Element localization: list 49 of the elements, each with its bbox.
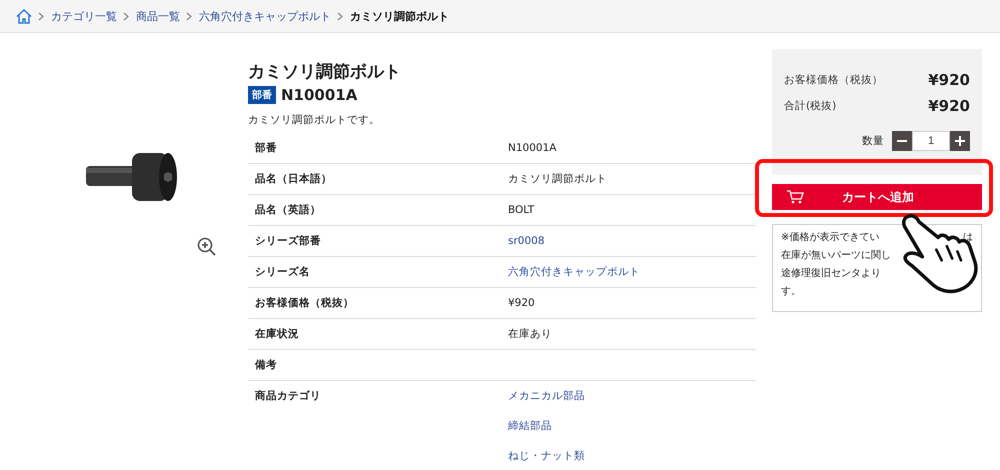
note-text: す。: [781, 285, 801, 299]
chevron-icon: [186, 12, 193, 20]
chevron-icon: [38, 12, 45, 20]
chevron-icon: [123, 12, 130, 20]
spec-label: シリーズ名: [255, 266, 311, 278]
spec-label: お客様価格（税抜）: [255, 297, 355, 309]
breadcrumb-link[interactable]: 商品一覧: [136, 8, 180, 24]
spec-link[interactable]: sr0008: [508, 235, 545, 247]
cart-icon: [786, 190, 804, 204]
price-label: お客様価格（税抜）: [784, 73, 883, 87]
spec-label: 品名（日本語）: [255, 173, 333, 185]
spec-value: カミソリ調節ボルト: [508, 173, 607, 185]
product-description: カミソリ調節ボルトです。: [248, 113, 381, 127]
spec-label: 備考: [255, 359, 278, 371]
quantity-label: 数量: [862, 134, 884, 148]
part-number: N10001A: [281, 86, 358, 104]
add-to-cart-button[interactable]: カートへ追加: [772, 184, 982, 210]
spec-link[interactable]: 締結部品: [508, 420, 585, 432]
breadcrumb-link[interactable]: 六角穴付きキャップボルト: [199, 8, 331, 24]
decrease-button[interactable]: [892, 131, 912, 151]
minus-icon: [897, 140, 907, 142]
part-number-badge: 部番: [248, 86, 276, 104]
increase-button[interactable]: [950, 131, 970, 151]
spec-label: 品名（英語）: [255, 204, 322, 216]
breadcrumb-link[interactable]: カテゴリ一覧: [51, 8, 117, 24]
spec-link[interactable]: メカニカル部品: [508, 390, 585, 402]
zoom-in-icon[interactable]: [197, 237, 217, 257]
plus-icon: [955, 136, 965, 146]
total-label: 合計(税抜): [784, 99, 836, 113]
spec-label: 商品カテゴリ: [255, 390, 322, 404]
current-page-text: カミソリ調節ボルト: [350, 8, 449, 24]
price-value: ¥920: [928, 71, 970, 89]
spec-value: N10001A: [508, 142, 556, 154]
note-text: 在庫が無いパーツに関し: [781, 248, 891, 263]
note-text: 途修理復旧センタより: [781, 266, 881, 281]
spec-label: 部番: [255, 142, 278, 154]
spec-label: 在庫状況: [255, 328, 300, 340]
spec-value: BOLT: [508, 204, 534, 216]
note-text: ※価格が表示できてい: [781, 230, 880, 245]
spec-value: 在庫あり: [508, 328, 552, 340]
chevron-icon: [337, 12, 344, 20]
home-icon[interactable]: [16, 8, 32, 24]
spec-link[interactable]: ねじ・ナット類: [508, 450, 585, 462]
product-title: カミソリ調節ボルト: [248, 61, 402, 83]
spec-value: ¥920: [508, 297, 535, 309]
spec-link[interactable]: 六角穴付きキャップボルト: [508, 266, 640, 278]
total-value: ¥920: [928, 97, 970, 115]
spec-label: シリーズ部番: [255, 235, 322, 247]
quantity-field[interactable]: 1: [912, 131, 950, 151]
